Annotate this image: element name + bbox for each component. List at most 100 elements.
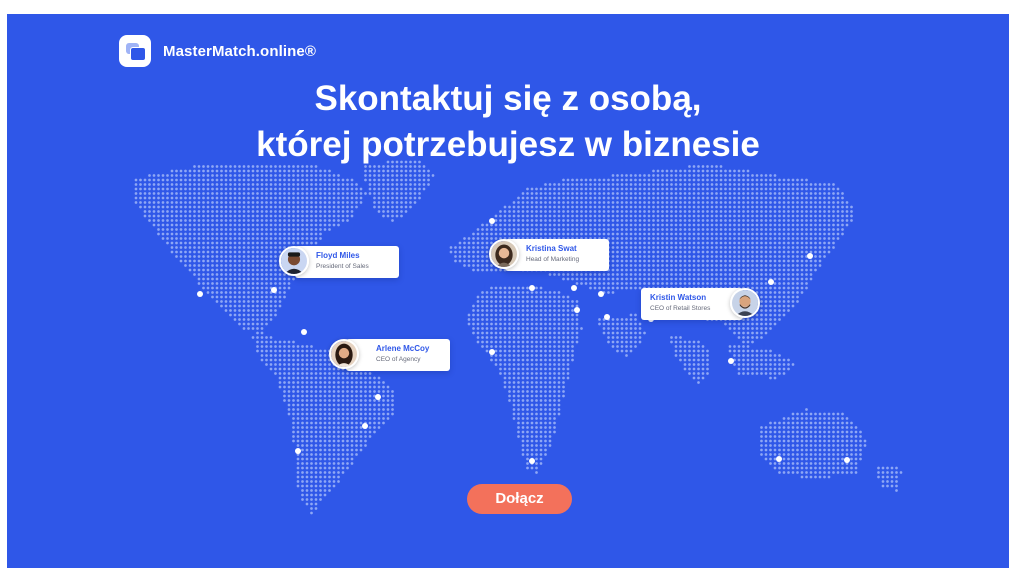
map-dot — [809, 412, 813, 416]
map-dot — [827, 237, 831, 240]
map-dot — [769, 192, 772, 195]
map-dot — [224, 192, 228, 195]
map-dot — [647, 174, 651, 177]
map-dot — [215, 196, 219, 200]
map-dot — [782, 255, 786, 258]
map-dot — [170, 232, 174, 236]
map-dot — [764, 246, 768, 249]
map-dot — [476, 313, 480, 317]
map-dot — [413, 178, 417, 182]
map-dot — [143, 178, 147, 182]
map-dot — [836, 444, 840, 447]
map-dot — [566, 201, 570, 204]
map-dot — [170, 196, 174, 200]
map-dot — [769, 439, 772, 443]
map-dot — [161, 205, 165, 209]
map-dot — [607, 178, 610, 182]
map-dot — [638, 183, 642, 186]
map-dot — [715, 232, 718, 236]
map-dot — [805, 444, 808, 447]
map-dot — [733, 205, 736, 209]
map-dot — [494, 336, 498, 339]
map-dot — [611, 196, 615, 200]
map-dot — [634, 232, 637, 236]
map-dot — [665, 169, 669, 173]
map-dot — [589, 273, 592, 276]
map-dot — [733, 210, 736, 213]
map-dot — [211, 291, 214, 294]
map-dot — [688, 259, 691, 263]
map-dot — [274, 205, 277, 209]
map-dot — [737, 219, 741, 222]
map-dot — [332, 187, 336, 191]
map-dot — [661, 201, 664, 204]
map-dot — [193, 237, 196, 240]
map-dot — [598, 183, 601, 186]
map-dot — [503, 376, 507, 380]
map-dot — [521, 223, 525, 227]
map-dot — [733, 183, 736, 186]
map-dot — [341, 376, 345, 380]
map-dot — [179, 228, 183, 231]
map-dot — [269, 255, 273, 258]
map-dot — [526, 439, 529, 443]
map-dot — [152, 201, 156, 204]
map-dot — [746, 327, 750, 330]
map-dot — [238, 273, 241, 276]
map-dot — [472, 304, 475, 308]
map-dot — [247, 246, 250, 249]
map-dot — [350, 430, 354, 434]
map-dot — [319, 435, 322, 438]
map-dot — [193, 205, 196, 209]
map-dot — [337, 448, 340, 452]
map-dot — [278, 273, 282, 276]
map-dot — [391, 174, 394, 177]
map-dot — [548, 210, 552, 213]
map-dot — [535, 192, 538, 195]
map-dot — [260, 282, 264, 285]
map-dot — [301, 385, 304, 389]
map-dot — [179, 178, 183, 182]
map-dot — [688, 232, 691, 236]
map-dot — [778, 214, 781, 218]
map-dot — [166, 210, 169, 213]
map-dot — [530, 291, 534, 294]
map-dot — [283, 349, 286, 353]
map-dot — [251, 295, 255, 299]
map-dot — [751, 178, 754, 182]
map-dot — [746, 367, 750, 371]
map-dot — [589, 196, 592, 200]
map-dot — [224, 273, 228, 276]
map-dot — [580, 282, 583, 285]
map-dot — [229, 268, 232, 272]
map-dot — [233, 183, 237, 186]
map-dot — [832, 183, 835, 186]
map-dot — [787, 304, 790, 308]
map-dot — [260, 277, 264, 281]
map-dot — [233, 282, 237, 285]
map-dot — [814, 210, 817, 213]
map-dot — [769, 241, 772, 245]
map-dot — [319, 381, 322, 384]
map-dot — [220, 300, 223, 303]
map-dot — [607, 340, 610, 344]
map-dot — [319, 358, 322, 362]
map-dot — [557, 331, 561, 335]
map-dot — [755, 210, 759, 213]
map-dot — [841, 201, 844, 204]
map-dot — [382, 381, 385, 384]
map-dot — [710, 214, 714, 218]
map-dot — [697, 349, 700, 353]
map-dot — [301, 210, 304, 213]
map-dot — [805, 439, 808, 443]
map-dot — [715, 169, 718, 173]
map-dot — [643, 178, 646, 182]
map-dot — [620, 331, 624, 335]
map-dot — [170, 250, 174, 254]
map-dot — [674, 223, 678, 227]
map-dot — [643, 232, 646, 236]
map-dot — [814, 214, 817, 218]
map-dot — [211, 183, 214, 186]
map-dot — [688, 241, 691, 245]
map-dot — [265, 300, 268, 303]
